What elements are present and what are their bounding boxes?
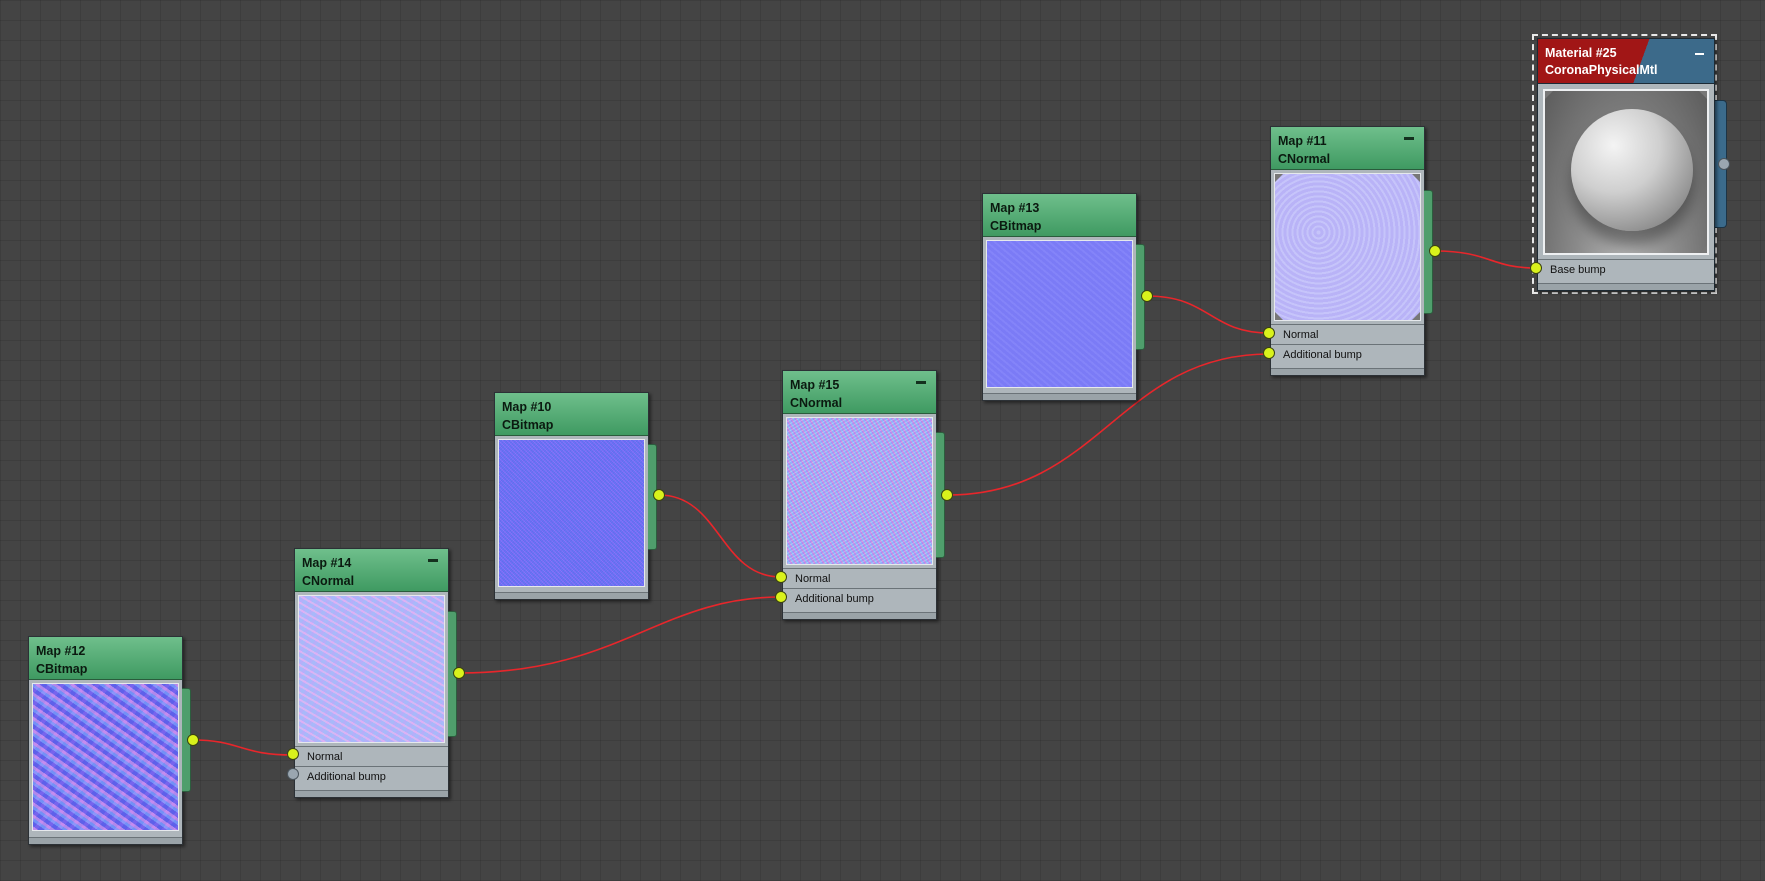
preview-corner-marker (1412, 312, 1420, 320)
node-map12[interactable]: Map #12 CBitmap (28, 636, 183, 845)
wire-map14-to-map15-additional-bump (459, 596, 782, 674)
output-port[interactable] (453, 667, 465, 679)
slot-label: Normal (307, 751, 343, 763)
material-output-port[interactable] (1718, 158, 1730, 170)
preview-corner-marker (1699, 91, 1707, 99)
node-map14[interactable]: Map #14 CNormal Normal Additional bump (294, 548, 449, 798)
node-footer (783, 612, 936, 619)
node-type: CNormal (790, 396, 843, 410)
slot-label: Additional bump (795, 593, 874, 605)
wire-map10-to-map15-normal (658, 494, 782, 578)
preview-sphere (1571, 109, 1693, 231)
preview-corner-marker (1545, 245, 1553, 253)
node-type: CBitmap (36, 662, 88, 676)
preview-corner-marker (1545, 91, 1553, 99)
node-footer (1538, 283, 1714, 290)
input-port-additional-bump[interactable] (1263, 347, 1275, 359)
map-preview (986, 240, 1133, 388)
map-preview (298, 595, 445, 743)
node-header[interactable]: Map #12 CBitmap (29, 637, 182, 680)
node-footer (295, 790, 448, 797)
map-preview (1274, 173, 1421, 321)
node-title: Map #12 (36, 644, 86, 658)
node-type: CNormal (1278, 152, 1331, 166)
input-slot-base-bump[interactable]: Base bump (1538, 259, 1714, 280)
input-port-normal[interactable] (775, 571, 787, 583)
wire-map13-to-map11-normal (1146, 295, 1270, 334)
output-port[interactable] (1429, 245, 1441, 257)
slot-label: Base bump (1550, 264, 1606, 276)
map-preview (32, 683, 179, 831)
node-header[interactable]: Map #14 CNormal (295, 549, 448, 592)
node-type: CoronaPhysicalMtl (1545, 63, 1658, 77)
node-footer (983, 393, 1136, 400)
node-footer (495, 592, 648, 599)
map-preview (786, 417, 933, 565)
input-port-additional-bump[interactable] (287, 768, 299, 780)
minimize-button[interactable] (1695, 53, 1704, 55)
node-title: Map #11 (1278, 134, 1327, 148)
input-port-normal[interactable] (287, 748, 299, 760)
preview-corner-marker (1699, 245, 1707, 253)
node-type: CBitmap (990, 219, 1042, 233)
input-port-additional-bump[interactable] (775, 591, 787, 603)
node-title: Map #14 (302, 556, 352, 570)
node-map10[interactable]: Map #10 CBitmap (494, 392, 649, 600)
node-footer (29, 837, 182, 844)
material-preview (1543, 89, 1709, 255)
map-preview (498, 439, 645, 587)
node-header[interactable]: Material #25 CoronaPhysicalMtl (1538, 39, 1714, 84)
input-slot-additional-bump[interactable]: Additional bump (783, 588, 936, 609)
input-slot-normal[interactable]: Normal (783, 568, 936, 589)
minimize-button[interactable] (428, 559, 438, 562)
node-type: CBitmap (502, 418, 554, 432)
input-slot-additional-bump[interactable]: Additional bump (295, 766, 448, 787)
slot-label: Normal (1283, 329, 1319, 341)
input-slot-normal[interactable]: Normal (295, 746, 448, 767)
output-port[interactable] (653, 489, 665, 501)
node-map13[interactable]: Map #13 CBitmap (982, 193, 1137, 401)
node-title: Map #10 (502, 400, 552, 414)
wire-map12-to-map14-normal (192, 739, 294, 756)
node-header[interactable]: Map #10 CBitmap (495, 393, 648, 436)
output-port[interactable] (1141, 290, 1153, 302)
input-port-normal[interactable] (1263, 327, 1275, 339)
node-title: Map #15 (790, 378, 840, 392)
output-port[interactable] (187, 734, 199, 746)
wire-map11-to-material25-base-bump (1434, 250, 1537, 269)
node-header[interactable]: Map #11 CNormal (1271, 127, 1424, 170)
node-title: Material #25 (1545, 46, 1617, 60)
minimize-button[interactable] (1404, 137, 1414, 140)
node-material25[interactable]: Material #25 CoronaPhysicalMtl Base bump (1537, 38, 1715, 291)
minimize-button[interactable] (916, 381, 926, 384)
node-map11[interactable]: Map #11 CNormal Normal Additional bump (1270, 126, 1425, 376)
node-header[interactable]: Map #15 CNormal (783, 371, 936, 414)
preview-corner-marker (1412, 174, 1420, 182)
node-type: CNormal (302, 574, 355, 588)
input-slot-normal[interactable]: Normal (1271, 324, 1424, 345)
slot-label: Additional bump (307, 771, 386, 783)
input-port-base-bump[interactable] (1530, 262, 1542, 274)
preview-corner-marker (1275, 312, 1283, 320)
node-header[interactable]: Map #13 CBitmap (983, 194, 1136, 237)
node-title: Map #13 (990, 201, 1040, 215)
input-slot-additional-bump[interactable]: Additional bump (1271, 344, 1424, 365)
preview-corner-marker (1275, 174, 1283, 182)
output-port[interactable] (941, 489, 953, 501)
slot-label: Normal (795, 573, 831, 585)
node-map15[interactable]: Map #15 CNormal Normal Additional bump (782, 370, 937, 620)
slot-label: Additional bump (1283, 349, 1362, 361)
node-footer (1271, 368, 1424, 375)
